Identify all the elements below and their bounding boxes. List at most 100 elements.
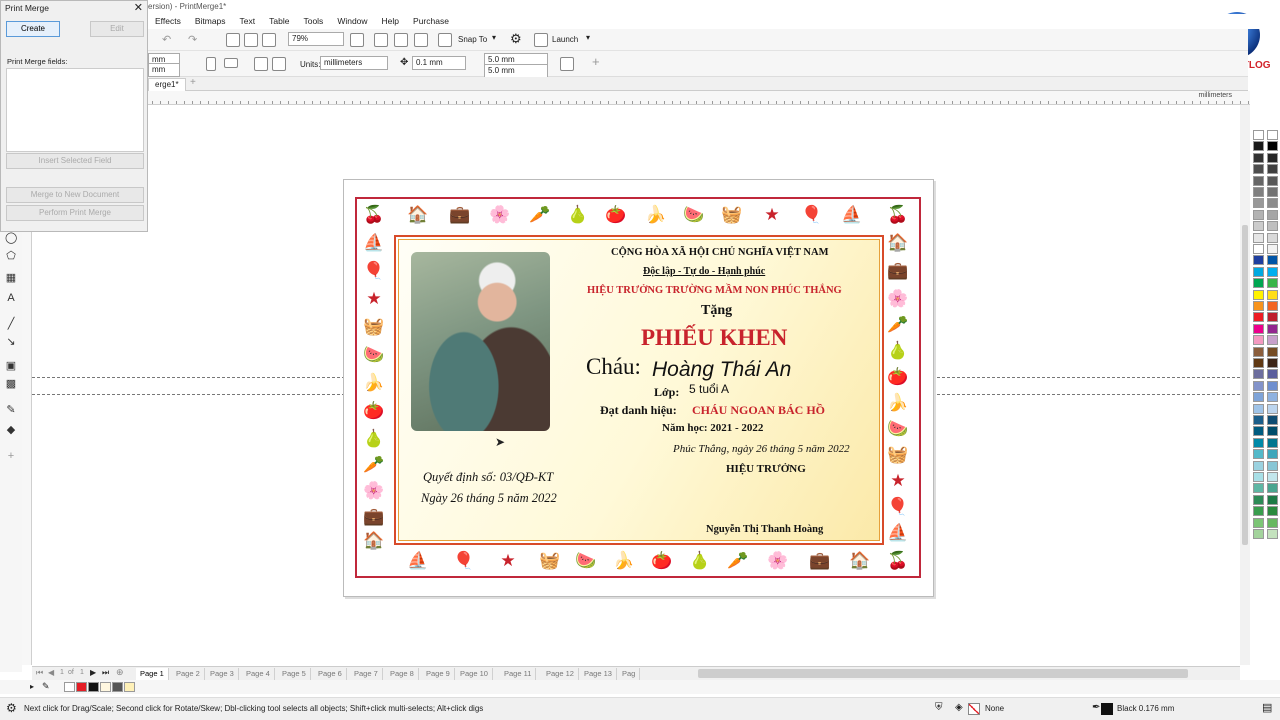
palette-swatch[interactable]: [1267, 517, 1278, 528]
add-page-icon[interactable]: ⊕: [116, 667, 124, 678]
palette-swatch[interactable]: [1267, 278, 1278, 289]
page-current[interactable]: 1: [60, 669, 64, 676]
menu-purchase[interactable]: Purchase: [406, 14, 456, 29]
add-tool-icon[interactable]: +: [5, 450, 17, 462]
swatch-black[interactable]: [88, 682, 99, 692]
palette-swatch[interactable]: [1253, 209, 1264, 220]
units-select[interactable]: millimeters: [320, 56, 388, 70]
palette-swatch[interactable]: [1253, 301, 1264, 311]
connector-tool-icon[interactable]: ↘: [5, 336, 17, 348]
palette-swatch[interactable]: [1267, 312, 1278, 323]
table-tool-icon[interactable]: ▦: [5, 272, 17, 284]
palette-swatch[interactable]: [1267, 392, 1278, 403]
decision-number[interactable]: Quyết định số: 03/QĐ-KT: [423, 470, 553, 485]
certificate-heading[interactable]: PHIẾU KHEN: [641, 325, 787, 351]
palette-swatch[interactable]: [1267, 403, 1278, 414]
page-tab[interactable]: Page 3: [206, 668, 239, 680]
shadow-tool-icon[interactable]: ▣: [5, 360, 17, 372]
palette-swatch[interactable]: [1267, 255, 1278, 266]
place-date[interactable]: Phúc Thắng, ngày 26 tháng 5 năm 2022: [673, 443, 850, 455]
menu-tools[interactable]: Tools: [296, 14, 330, 29]
scrollbar-thumb[interactable]: [1242, 225, 1248, 545]
page-tab[interactable]: Page 9: [422, 668, 455, 680]
palette-swatch[interactable]: [1253, 130, 1264, 140]
publish-pdf-icon[interactable]: [262, 33, 276, 47]
page-tab[interactable]: Page 4: [242, 668, 275, 680]
page-tab[interactable]: Page 13: [580, 668, 617, 680]
line-tool-icon[interactable]: ╱: [5, 318, 17, 330]
show-guidelines-icon[interactable]: [414, 33, 428, 47]
palette-swatch[interactable]: [1253, 426, 1264, 437]
palette-swatch[interactable]: [1267, 380, 1278, 391]
palette-swatch[interactable]: [1253, 278, 1264, 289]
import-icon[interactable]: [226, 33, 240, 47]
palette-swatch[interactable]: [1253, 152, 1264, 163]
palette-swatch[interactable]: [1253, 392, 1264, 403]
vertical-scrollbar[interactable]: [1240, 105, 1250, 665]
palette-swatch[interactable]: [1267, 232, 1278, 243]
preview-icon[interactable]: ▤: [1262, 701, 1272, 714]
page-tab[interactable]: Page 8: [386, 668, 419, 680]
palette-swatch[interactable]: [1267, 209, 1278, 220]
page-tab[interactable]: Page 11: [500, 668, 537, 680]
palette-swatch[interactable]: [1267, 426, 1278, 437]
decision-date[interactable]: Ngày 26 tháng 5 năm 2022: [421, 491, 557, 506]
close-icon[interactable]: ✕: [134, 1, 143, 14]
palette-swatch[interactable]: [1253, 346, 1264, 357]
prev-page-icon[interactable]: ◀: [48, 668, 54, 677]
undo-icon[interactable]: ↶: [162, 33, 176, 47]
palette-swatch[interactable]: [1267, 130, 1278, 140]
palette-swatch[interactable]: [1253, 244, 1264, 254]
child-label[interactable]: Cháu:: [586, 354, 641, 380]
menu-bitmaps[interactable]: Bitmaps: [188, 14, 233, 29]
palette-swatch[interactable]: [1267, 415, 1278, 425]
motto[interactable]: Độc lập - Tự do - Hạnh phúc: [643, 266, 765, 277]
fill-tool-icon[interactable]: ◆: [5, 424, 17, 436]
swatch-gray[interactable]: [112, 682, 123, 692]
issuer-line[interactable]: HIỆU TRƯỞNG TRƯỜNG MẦM NON PHÚC THẮNG: [587, 285, 842, 296]
palette-swatch[interactable]: [1253, 449, 1264, 460]
palette-swatch[interactable]: [1253, 483, 1264, 494]
page-tab[interactable]: Page 12: [542, 668, 579, 680]
zoom-field[interactable]: 79%: [288, 32, 344, 46]
gear-icon[interactable]: ⚙: [6, 701, 17, 715]
palette-swatch[interactable]: [1267, 164, 1278, 175]
palette-swatch[interactable]: [1253, 494, 1264, 505]
palette-swatch[interactable]: [1267, 506, 1278, 517]
perform-merge-button[interactable]: Perform Print Merge: [6, 205, 144, 221]
text-tool-icon[interactable]: A: [5, 292, 17, 304]
portrait-icon[interactable]: [206, 57, 216, 71]
country-heading[interactable]: CỘNG HÒA XÃ HỘI CHỦ NGHĨA VIỆT NAM: [611, 247, 829, 258]
current-page-icon[interactable]: [272, 57, 286, 71]
palette-swatch[interactable]: [1253, 517, 1264, 528]
palette-swatch[interactable]: [1267, 323, 1278, 334]
snap-to-label[interactable]: Snap To: [458, 35, 487, 44]
menu-window[interactable]: Window: [330, 14, 374, 29]
document-page[interactable]: 🍒 🏠 💼 🌸 🥕 🍐 🍅 🍌 🍉 🧺 ★ 🎈 ⛵ 🍒 ⛵ 🎈 ★ 🧺 🍉 🍌 …: [343, 179, 934, 597]
page-tab[interactable]: Page 2: [172, 668, 205, 680]
page-bounds-icon[interactable]: [560, 57, 574, 71]
show-rulers-icon[interactable]: [374, 33, 388, 47]
page-tab[interactable]: Pag: [618, 668, 641, 680]
snap-to-icon[interactable]: [438, 33, 452, 47]
palette-swatch[interactable]: [1253, 323, 1264, 334]
palette-swatch[interactable]: [1267, 187, 1278, 197]
page-tab[interactable]: Page 5: [278, 668, 311, 680]
no-fill-swatch[interactable]: [968, 703, 980, 715]
add-icon[interactable]: +: [592, 54, 600, 69]
page-tab[interactable]: Page 6: [314, 668, 347, 680]
menu-effects[interactable]: Effects: [148, 14, 188, 29]
class-label[interactable]: Lớp:: [654, 385, 679, 400]
duplicate-y-field[interactable]: 5.0 mm: [484, 64, 548, 78]
palette-swatch[interactable]: [1267, 152, 1278, 163]
horizontal-ruler[interactable]: millimeters: [32, 91, 1250, 105]
certificate-inner-frame[interactable]: CỘNG HÒA XÃ HỘI CHỦ NGHĨA VIỆT NAM Độc l…: [394, 235, 884, 545]
palette-swatch[interactable]: [1253, 141, 1264, 152]
palette-swatch[interactable]: [1267, 494, 1278, 505]
height-field[interactable]: mm: [148, 63, 180, 77]
swatch-red[interactable]: [76, 682, 87, 692]
signer-name[interactable]: Nguyễn Thị Thanh Hoàng: [706, 524, 823, 535]
palette-swatch[interactable]: [1267, 483, 1278, 494]
eyedropper-icon[interactable]: ✎: [42, 681, 50, 692]
drawing-canvas[interactable]: 🍒 🏠 💼 🌸 🥕 🍐 🍅 🍌 🍉 🧺 ★ 🎈 ⛵ 🍒 ⛵ 🎈 ★ 🧺 🍉 🍌 …: [32, 105, 1240, 665]
